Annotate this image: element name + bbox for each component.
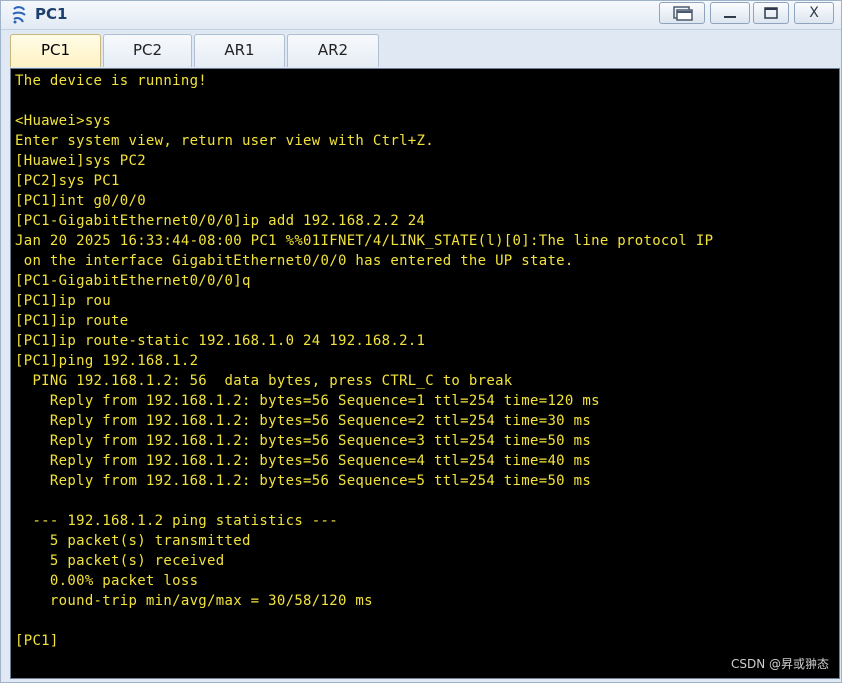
terminal-line: Reply from 192.168.1.2: bytes=56 Sequenc…	[15, 473, 592, 489]
minimize-icon	[724, 16, 736, 18]
terminal-line: Reply from 192.168.1.2: bytes=56 Sequenc…	[15, 433, 592, 449]
terminal-line: round-trip min/avg/max = 30/58/120 ms	[15, 593, 373, 609]
terminal-line: [PC1-GigabitEthernet0/0/0]ip add 192.168…	[15, 213, 426, 229]
terminal-line: 0.00% packet loss	[15, 573, 199, 589]
terminal-line: 5 packet(s) received	[15, 553, 225, 569]
terminal-line: --- 192.168.1.2 ping statistics ---	[15, 513, 338, 529]
restore-layout-button[interactable]	[659, 2, 705, 24]
terminal-line: <Huawei>sys	[15, 113, 112, 129]
terminal-prompt: [PC1]	[15, 633, 59, 649]
minimize-button[interactable]	[710, 2, 750, 24]
terminal-line: The device is running!	[15, 73, 208, 89]
maximize-icon	[764, 7, 778, 19]
terminal-line: Reply from 192.168.1.2: bytes=56 Sequenc…	[15, 413, 592, 429]
terminal-console[interactable]: The device is running! <Huawei>sys Enter…	[10, 68, 840, 679]
terminal-line: [Huawei]sys PC2	[15, 153, 146, 169]
terminal-line: [PC1-GigabitEthernet0/0/0]q	[15, 273, 251, 289]
terminal-line: 5 packet(s) transmitted	[15, 533, 251, 549]
title-bar[interactable]: PC1 X	[1, 1, 841, 30]
tab-ar1[interactable]: AR1	[194, 34, 285, 67]
terminal-line: Reply from 192.168.1.2: bytes=56 Sequenc…	[15, 453, 592, 469]
tab-ar2[interactable]: AR2	[287, 34, 379, 67]
terminal-line: [PC1]ip rou	[15, 293, 112, 309]
terminal-line: [PC1]ping 192.168.1.2	[15, 353, 199, 369]
device-tab-bar: PC1 PC2 AR1 AR2	[1, 30, 841, 68]
terminal-line: [PC1]ip route-static 192.168.1.0 24 192.…	[15, 333, 426, 349]
tab-pc2[interactable]: PC2	[103, 34, 192, 67]
app-window: PC1 X PC1 PC2 AR1 AR2 The device is runn…	[0, 0, 842, 683]
terminal-line: on the interface GigabitEthernet0/0/0 ha…	[15, 253, 574, 269]
close-button[interactable]: X	[794, 2, 834, 24]
layout-icon	[673, 6, 693, 21]
terminal-line: Enter system view, return user view with…	[15, 133, 434, 149]
tab-pc1[interactable]: PC1	[10, 34, 101, 67]
terminal-line: Jan 20 2025 16:33:44-08:00 PC1 %%01IFNET…	[15, 233, 714, 249]
maximize-button[interactable]	[753, 2, 789, 24]
terminal-line: [PC2]sys PC1	[15, 173, 120, 189]
window-title: PC1	[35, 5, 68, 23]
terminal-line: [PC1]int g0/0/0	[15, 193, 146, 209]
app-logo-icon	[11, 6, 27, 24]
terminal-line: Reply from 192.168.1.2: bytes=56 Sequenc…	[15, 393, 600, 409]
terminal-line: [PC1]ip route	[15, 313, 129, 329]
csdn-watermark: CSDN @昇或翀态	[730, 657, 829, 671]
close-icon: X	[809, 5, 819, 21]
terminal-line: PING 192.168.1.2: 56 data bytes, press C…	[15, 373, 513, 389]
